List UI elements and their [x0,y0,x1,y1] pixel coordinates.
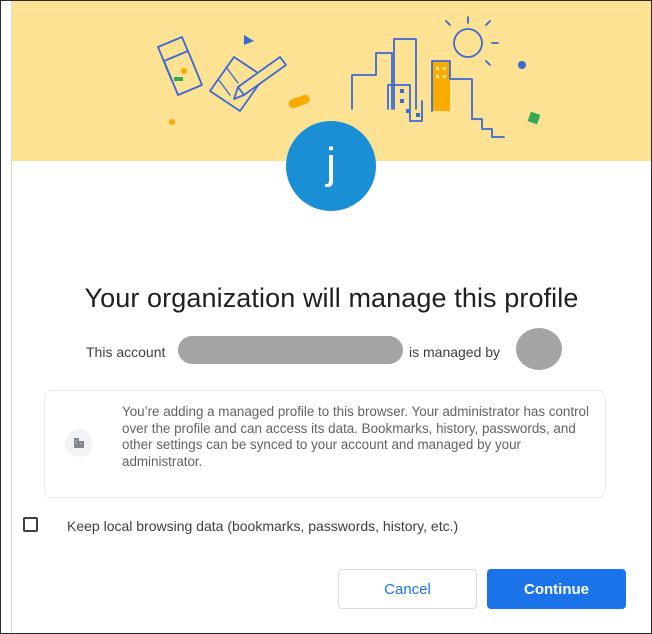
dialog-title: Your organization will manage this profi… [84,283,579,313]
info-box: You’re adding a managed profile to this … [44,390,606,498]
managed-by-text: is managed by [409,344,501,360]
avatar-initial: j [326,139,336,188]
building-icon [65,429,93,457]
redacted-organization [516,328,562,370]
managed-profile-dialog: j Your organization will manage this pro… [0,0,652,634]
continue-button[interactable]: Continue [487,569,626,609]
redacted-email [178,336,403,364]
cancel-button[interactable]: Cancel [338,569,477,609]
avatar: j [286,121,376,211]
account-line: This account is managed by [1,328,651,370]
keep-local-data-label[interactable]: Keep local browsing data (bookmarks, pas… [67,518,458,534]
keep-local-data-checkbox[interactable] [23,517,38,532]
info-text: You’re adding a managed profile to this … [122,404,589,469]
account-prefix: This account [86,344,166,360]
